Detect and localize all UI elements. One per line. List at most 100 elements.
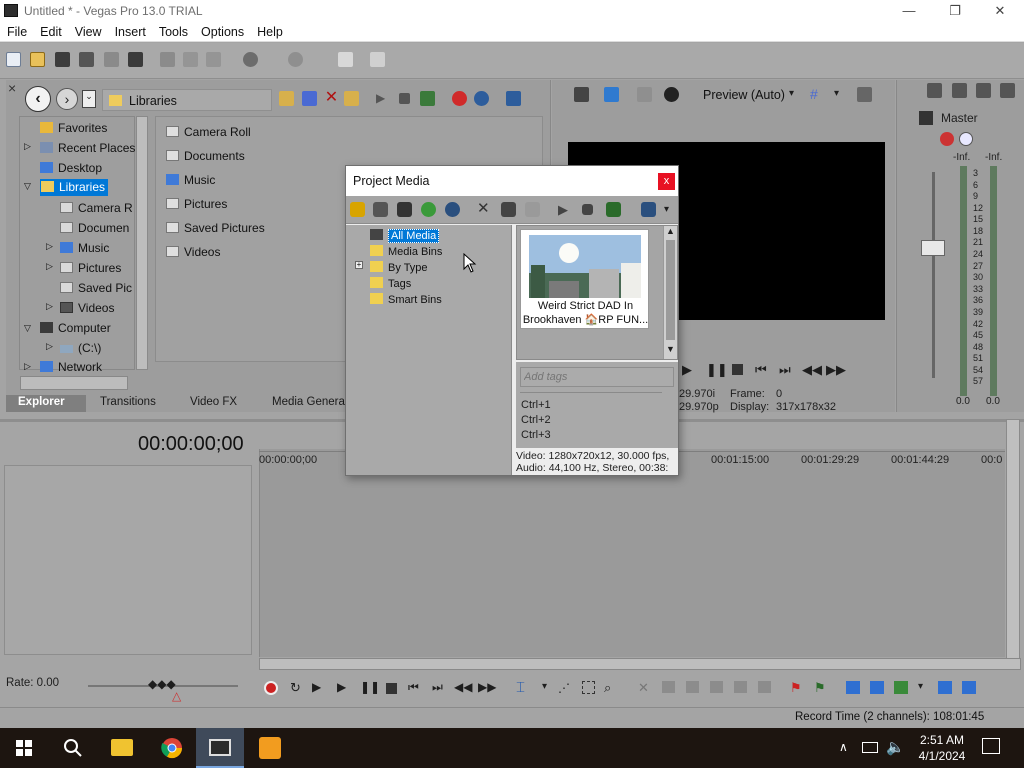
scroll-up-icon[interactable]: ▲: [666, 226, 675, 236]
taskbar-vegas[interactable]: [196, 728, 244, 768]
tab-explorer[interactable]: Explorer: [6, 395, 86, 412]
auto-preview-icon[interactable]: [420, 91, 435, 106]
file-item-documents[interactable]: Documents: [166, 149, 245, 163]
insert-bus-icon[interactable]: [927, 83, 942, 98]
stop-icon[interactable]: [399, 93, 410, 104]
clock-time[interactable]: 2:51 AM: [912, 733, 972, 747]
overlays-icon[interactable]: [664, 87, 679, 102]
preview-settings-icon[interactable]: [574, 87, 589, 102]
fast-forward-icon[interactable]: ▶▶: [826, 362, 846, 378]
expand-icon[interactable]: ▷: [46, 241, 53, 252]
chevron-down-icon[interactable]: ▾: [664, 204, 679, 219]
tree-item-music[interactable]: Music: [60, 241, 109, 255]
file-item-pictures[interactable]: Pictures: [166, 197, 227, 211]
search-media-icon[interactable]: [445, 202, 460, 217]
network-icon[interactable]: [862, 742, 878, 753]
bin-by-type[interactable]: By Type: [370, 260, 428, 274]
refresh-icon[interactable]: [421, 202, 436, 217]
tree-item-desktop[interactable]: Desktop: [40, 161, 102, 175]
collapse-icon[interactable]: ▽: [24, 323, 31, 334]
tree-item-libraries[interactable]: Libraries: [40, 179, 109, 196]
split-screen-icon[interactable]: [637, 87, 652, 102]
media-list-scrollbar[interactable]: ▲ ▼: [663, 226, 677, 359]
back-button[interactable]: ‹: [25, 86, 51, 112]
ripple-edit-icon[interactable]: [894, 681, 908, 694]
bin-all-media[interactable]: All Media: [370, 228, 440, 243]
pause-icon[interactable]: ❚❚: [360, 680, 380, 694]
recent-dropdown-icon[interactable]: ⌄: [82, 90, 96, 108]
collapse-icon[interactable]: ▽: [24, 181, 31, 192]
menu-edit[interactable]: Edit: [33, 22, 68, 39]
views-icon[interactable]: [506, 91, 521, 106]
menu-view[interactable]: View: [68, 22, 108, 39]
taskbar-file-explorer[interactable]: [98, 728, 146, 768]
auto-preview-icon[interactable]: [606, 202, 621, 217]
scroll-thumb[interactable]: [666, 240, 675, 340]
taskbar-chrome[interactable]: [148, 728, 196, 768]
favorites-icon[interactable]: [452, 91, 467, 106]
undo-icon[interactable]: [243, 52, 258, 67]
expand-icon[interactable]: ▷: [24, 361, 31, 372]
selection-tool-icon[interactable]: [582, 681, 595, 694]
menu-help[interactable]: Help: [250, 22, 289, 39]
file-item-saved-pictures[interactable]: Saved Pictures: [166, 221, 265, 235]
notifications-icon[interactable]: [982, 738, 1000, 754]
zoom-tool-icon[interactable]: ⌕: [604, 680, 611, 696]
lock-envelopes-icon[interactable]: [938, 681, 952, 694]
add-tags-input[interactable]: [520, 367, 674, 387]
split-icon[interactable]: [734, 681, 747, 693]
next-frame-icon[interactable]: ▶▶: [478, 680, 496, 694]
file-item-music[interactable]: Music: [166, 173, 215, 187]
save-as-icon[interactable]: [79, 52, 94, 67]
mixer-menu-icon[interactable]: [1000, 83, 1015, 98]
taskbar-app[interactable]: [246, 728, 294, 768]
expand-icon[interactable]: ▷: [46, 261, 53, 272]
chevron-down-icon[interactable]: ▾: [918, 681, 923, 692]
trim-start-icon[interactable]: [686, 681, 699, 693]
stop-icon[interactable]: [582, 204, 593, 215]
next-frame-icon[interactable]: ⏭: [779, 362, 791, 378]
fx-icon[interactable]: [940, 132, 954, 146]
tray-chevron-icon[interactable]: ∧: [839, 740, 848, 754]
bin-smart-bins[interactable]: Smart Bins: [370, 292, 442, 306]
grid-icon[interactable]: #: [810, 87, 825, 102]
views-icon[interactable]: [641, 202, 656, 217]
get-media-icon[interactable]: [397, 202, 412, 217]
go-to-end-icon[interactable]: ⏭: [432, 680, 443, 695]
delete-icon[interactable]: ✕: [638, 680, 649, 696]
refresh-icon[interactable]: [302, 91, 317, 106]
downmix-icon[interactable]: [952, 83, 967, 98]
menu-file[interactable]: File: [0, 22, 33, 39]
tab-media-generators[interactable]: Media Generato: [272, 396, 354, 408]
tree-item-recent-places[interactable]: Recent Places: [40, 141, 135, 155]
delete-icon[interactable]: ✕: [324, 90, 339, 106]
trim-icon[interactable]: [662, 681, 675, 693]
minimize-button[interactable]: —: [886, 0, 932, 22]
expand-icon[interactable]: ▷: [46, 341, 53, 352]
normal-edit-tool-icon[interactable]: ⌶: [516, 679, 525, 696]
expand-icon[interactable]: ▷: [24, 141, 31, 152]
bin-tags[interactable]: Tags: [370, 276, 411, 290]
file-item-camera-roll[interactable]: Camera Roll: [166, 125, 251, 139]
properties-icon[interactable]: [128, 52, 143, 67]
tree-item-c-drive[interactable]: (C:\): [60, 341, 101, 355]
copy-icon[interactable]: [183, 52, 198, 67]
play-icon[interactable]: ▶: [682, 362, 692, 378]
tree-item-favorites[interactable]: Favorites: [40, 121, 107, 135]
save-icon[interactable]: [55, 52, 70, 67]
clock-date[interactable]: 4/1/2024: [912, 749, 972, 763]
media-fx-icon[interactable]: [525, 202, 540, 217]
play-from-start-icon[interactable]: ▶: [312, 680, 321, 694]
paste-icon[interactable]: [206, 52, 221, 67]
timeline-hscrollbar[interactable]: [259, 658, 1021, 670]
expand-icon[interactable]: +: [355, 261, 363, 269]
help-pointer-icon[interactable]: [370, 52, 385, 67]
tree-scrollbar[interactable]: [136, 116, 148, 370]
scroll-down-icon[interactable]: ▼: [666, 344, 675, 354]
auto-crossfade-icon[interactable]: [870, 681, 884, 694]
remove-media-icon[interactable]: ✕: [477, 201, 492, 217]
open-icon[interactable]: [30, 52, 45, 67]
search-icon[interactable]: [474, 91, 489, 106]
chevron-down-icon[interactable]: ▾: [789, 88, 794, 99]
envelope-tool-icon[interactable]: ⋰: [558, 681, 570, 695]
